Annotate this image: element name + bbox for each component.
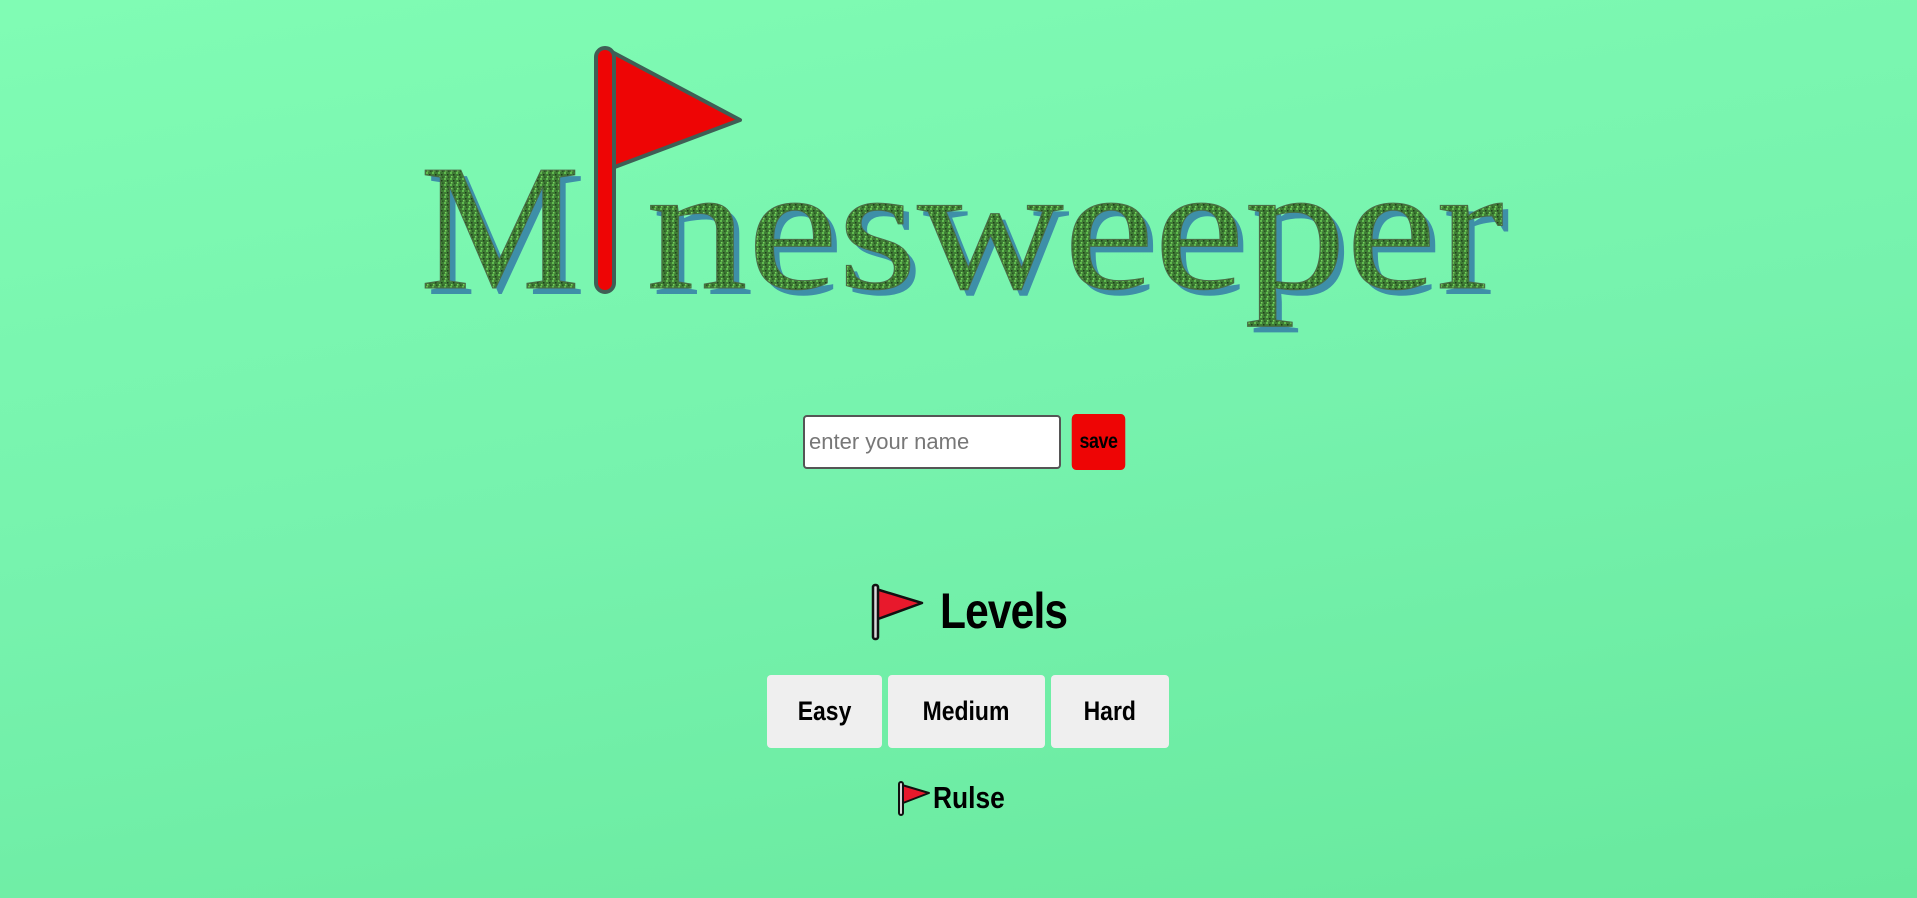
save-button[interactable]: save	[1071, 414, 1126, 470]
levels-heading: Levels	[870, 578, 1090, 644]
logo-letter-m: M	[420, 128, 580, 327]
logo-text: nesweeper	[646, 128, 1504, 327]
name-form: save	[803, 414, 1130, 470]
hard-level-button[interactable]: Hard	[1051, 675, 1169, 748]
hard-level-label: Hard	[1083, 696, 1137, 726]
red-flag-icon	[897, 780, 931, 816]
logo-graphic: M nesweeper M nesweeper	[420, 46, 1510, 333]
levels-title: Levels	[940, 583, 1068, 639]
medium-level-label: Medium	[923, 696, 1010, 726]
medium-level-button[interactable]: Medium	[888, 675, 1045, 748]
rules-link[interactable]: Rulse	[897, 778, 1017, 818]
easy-level-label: Easy	[797, 696, 852, 726]
name-input[interactable]	[803, 415, 1061, 469]
level-buttons: Easy Medium Hard	[767, 675, 1169, 748]
minesweeper-logo: M nesweeper M nesweeper	[420, 40, 1520, 340]
red-flag-icon	[870, 581, 926, 641]
rules-label: Rulse	[933, 780, 1005, 815]
easy-level-button[interactable]: Easy	[767, 675, 882, 748]
